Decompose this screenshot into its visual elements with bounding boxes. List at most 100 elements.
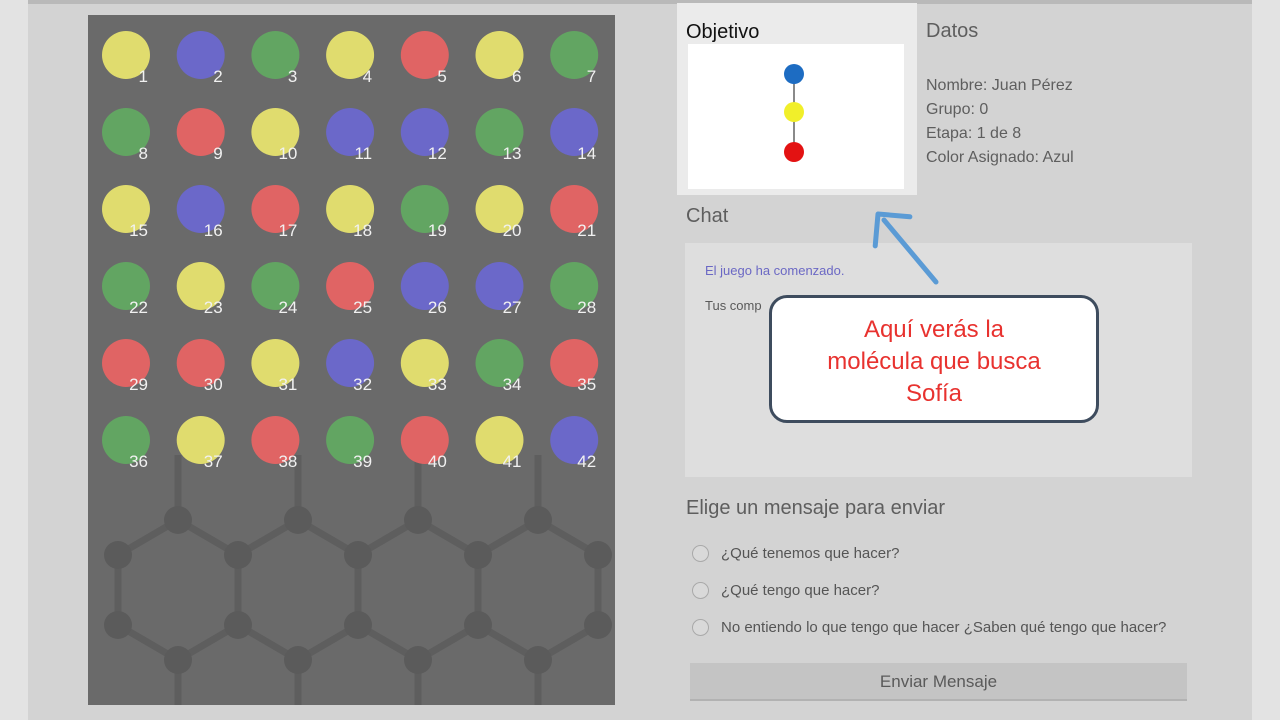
piece-number: 16 (204, 221, 223, 240)
board-piece-21[interactable]: 21 (550, 185, 599, 240)
board-piece-5[interactable]: 5 (400, 31, 449, 86)
player-stage: Etapa: 1 de 8 (926, 125, 1022, 142)
board-piece-1[interactable]: 1 (102, 31, 150, 86)
game-board[interactable]: 1 2 3 4 5 6 7 8 9 10 11 12 13 14 15 16 17 18 19 20 21 22 23 24 2… (88, 15, 615, 705)
callout-line: Sofía (905, 380, 963, 407)
board-piece-27[interactable]: 27 (475, 262, 524, 317)
board-piece-26[interactable]: 26 (400, 262, 449, 317)
piece-number: 12 (428, 144, 447, 163)
chat-title: Chat (686, 205, 729, 227)
piece-number: 33 (428, 375, 447, 394)
board-piece-38[interactable]: 38 (251, 416, 300, 471)
piece-number: 17 (278, 221, 297, 240)
atom-blue (784, 64, 804, 84)
board-piece-24[interactable]: 24 (251, 262, 300, 317)
board-piece-42[interactable]: 42 (550, 416, 599, 471)
callout-line: molécula que busca (827, 348, 1041, 375)
piece-number: 6 (512, 67, 521, 86)
board-piece-4[interactable]: 4 (326, 31, 375, 86)
piece-number: 39 (353, 452, 372, 471)
piece-number: 40 (428, 452, 447, 471)
radio-button[interactable] (692, 545, 709, 562)
board-piece-28[interactable]: 28 (550, 262, 599, 317)
top-border (28, 0, 1252, 4)
board-piece-13[interactable]: 13 (475, 108, 524, 163)
board-piece-34[interactable]: 34 (475, 339, 524, 394)
board-piece-2[interactable]: 2 (176, 31, 225, 86)
piece-number: 14 (577, 144, 596, 163)
piece-number: 29 (129, 375, 148, 394)
piece-number: 41 (503, 452, 522, 471)
piece-number: 32 (353, 375, 372, 394)
piece-number: 3 (288, 67, 297, 86)
pointer-arrow-icon (872, 211, 939, 285)
chat-message: El juego ha comenzado. (705, 263, 845, 278)
board-piece-36[interactable]: 36 (102, 416, 150, 471)
board-piece-14[interactable]: 14 (550, 108, 599, 163)
piece-number: 10 (278, 144, 297, 163)
board-piece-30[interactable]: 30 (176, 339, 225, 394)
chat-message: Tus comp (705, 298, 762, 313)
piece-number: 27 (503, 298, 522, 317)
board-piece-18[interactable]: 18 (326, 185, 375, 240)
piece-number: 36 (129, 452, 148, 471)
option-label: ¿Qué tengo que hacer? (721, 582, 880, 599)
board-piece-25[interactable]: 25 (326, 262, 375, 317)
send-message-button[interactable]: Enviar Mensaje (690, 663, 1187, 701)
piece-number: 42 (577, 452, 596, 471)
player-group: Grupo: 0 (926, 101, 989, 118)
objective-title: Objetivo (686, 21, 760, 43)
pieces-layer: 1 2 3 4 5 6 78 9 10 11 12 13 1415 16 17 18 19 20 2122 23 24 2… (102, 31, 599, 471)
callout-line: Aquí verás la (863, 316, 1005, 343)
board-piece-39[interactable]: 39 (326, 416, 375, 471)
piece-number: 31 (278, 375, 297, 394)
target-molecule-canvas (688, 44, 904, 189)
piece-number: 2 (213, 67, 222, 86)
board-piece-16[interactable]: 16 (176, 185, 225, 240)
board-piece-15[interactable]: 15 (102, 185, 150, 240)
board-piece-33[interactable]: 33 (400, 339, 449, 394)
piece-number: 23 (204, 298, 223, 317)
piece-number: 4 (363, 67, 372, 86)
piece-number: 1 (139, 67, 148, 86)
piece-number: 34 (503, 375, 522, 394)
piece-number: 9 (213, 144, 222, 163)
board-piece-40[interactable]: 40 (400, 416, 449, 471)
board-piece-10[interactable]: 10 (251, 108, 300, 163)
board-piece-17[interactable]: 17 (251, 185, 300, 240)
piece-number: 15 (129, 221, 148, 240)
board-piece-8[interactable]: 8 (102, 108, 150, 163)
board-piece-20[interactable]: 20 (475, 185, 524, 240)
piece-number: 30 (204, 375, 223, 394)
objective-panel: Objetivo (677, 3, 917, 195)
board-piece-35[interactable]: 35 (550, 339, 599, 394)
board-piece-19[interactable]: 19 (400, 185, 449, 240)
radio-button[interactable] (692, 582, 709, 599)
tutorial-callout: Aquí verás la molécula que busca Sofía (769, 295, 1099, 423)
board-piece-9[interactable]: 9 (176, 108, 225, 163)
player-color: Color Asignado: Azul (926, 149, 1074, 166)
board-piece-29[interactable]: 29 (102, 339, 150, 394)
board-piece-23[interactable]: 23 (176, 262, 225, 317)
board-piece-32[interactable]: 32 (326, 339, 375, 394)
board-piece-22[interactable]: 22 (102, 262, 150, 317)
board-piece-41[interactable]: 41 (475, 416, 524, 471)
board-piece-7[interactable]: 7 (550, 31, 599, 86)
compose-title: Elige un mensaje para enviar (686, 497, 946, 519)
board-piece-6[interactable]: 6 (475, 31, 524, 86)
piece-number: 7 (587, 67, 596, 86)
board-piece-11[interactable]: 11 (326, 108, 375, 163)
board-piece-31[interactable]: 31 (251, 339, 300, 394)
piece-number: 37 (204, 452, 223, 471)
board-piece-37[interactable]: 37 (176, 416, 225, 471)
option-label: No entiendo lo que tengo que hacer ¿Sabe… (721, 619, 1167, 636)
player-name: Nombre: Juan Pérez (926, 77, 1073, 94)
callout-text: Aquí verás la molécula que busca Sofía (772, 314, 1096, 410)
radio-button[interactable] (692, 619, 709, 636)
piece-number: 5 (437, 67, 446, 86)
board-piece-12[interactable]: 12 (400, 108, 449, 163)
piece-number: 18 (353, 221, 372, 240)
board-piece-3[interactable]: 3 (251, 31, 300, 86)
target-molecule (784, 64, 804, 162)
atom-yellow (784, 102, 804, 122)
